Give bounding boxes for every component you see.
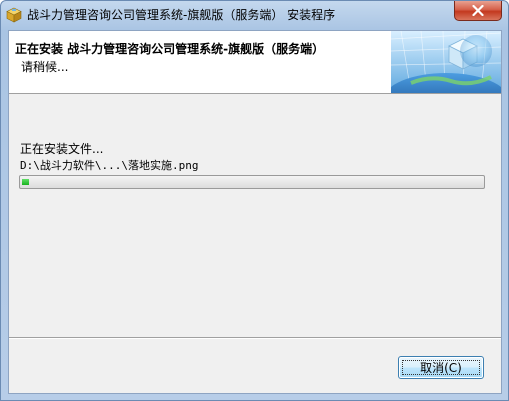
progress-fill [22, 179, 29, 185]
installer-box-icon [6, 7, 22, 23]
cancel-button-label: 取消(C) [420, 361, 462, 375]
footer-divider [9, 337, 501, 339]
window-title: 战斗力管理咨询公司管理系统-旗舰版（服务端） 安装程序 [27, 8, 336, 22]
wizard-header: 正在安装 战斗力管理咨询公司管理系统-旗舰版（服务端） 请稍候... [9, 31, 501, 94]
install-status-text: 正在安装文件... [20, 142, 104, 156]
page-title: 正在安装 战斗力管理咨询公司管理系统-旗舰版（服务端） [15, 42, 325, 56]
page-subtitle: 请稍候... [21, 60, 69, 74]
close-icon [472, 5, 484, 16]
cancel-button[interactable]: 取消(C) [398, 356, 484, 379]
install-progress-bar [19, 175, 485, 189]
header-banner-image [391, 31, 501, 93]
title-bar[interactable]: 战斗力管理咨询公司管理系统-旗舰版（服务端） 安装程序 [1, 1, 508, 29]
current-file-path: D:\战斗力软件\...\落地实施.png [20, 159, 199, 172]
installer-window: 战斗力管理咨询公司管理系统-旗舰版（服务端） 安装程序 正在安装 战斗力管理咨询… [0, 0, 509, 401]
wizard-client-area: 正在安装 战斗力管理咨询公司管理系统-旗舰版（服务端） 请稍候... 正在安装文… [8, 30, 502, 394]
close-button[interactable] [454, 1, 502, 21]
